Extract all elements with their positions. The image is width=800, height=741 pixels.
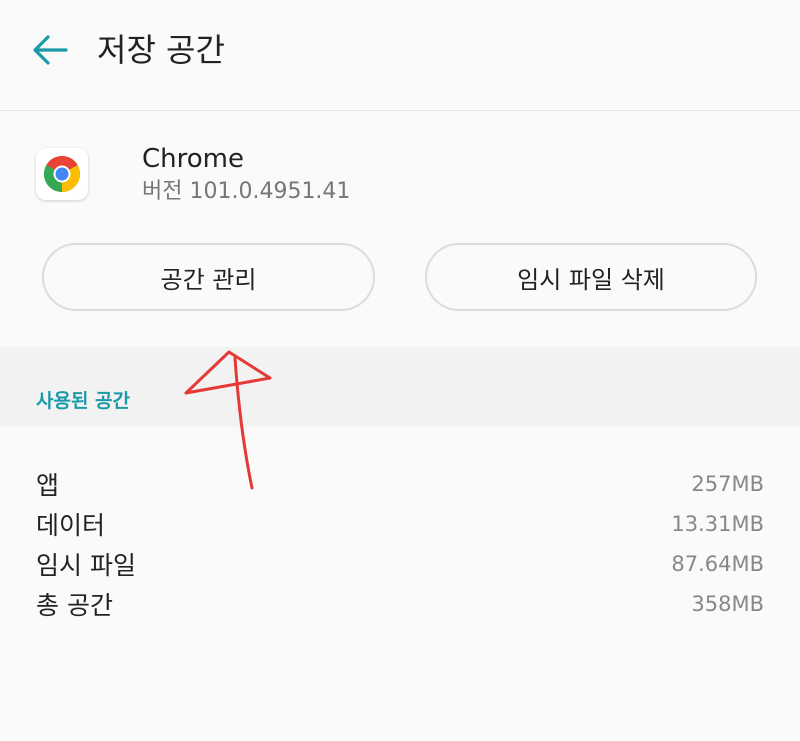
storage-row-value: 87.64MB (671, 552, 764, 576)
storage-row-label: 앱 (36, 471, 60, 500)
storage-row-data: 데이터 13.31MB (36, 504, 764, 544)
app-icon (36, 148, 88, 200)
clear-cache-button[interactable]: 임시 파일 삭제 (425, 243, 757, 311)
app-version: 버전 101.0.4951.41 (142, 179, 351, 204)
section-label-used-space: 사용된 공간 (36, 390, 131, 412)
page-title: 저장 공간 (97, 31, 225, 69)
back-button[interactable] (28, 28, 72, 72)
storage-row-label: 데이터 (36, 511, 106, 540)
storage-row-label: 임시 파일 (36, 551, 136, 580)
app-name: Chrome (142, 144, 244, 174)
storage-row-cache: 임시 파일 87.64MB (36, 544, 764, 584)
storage-row-total: 총 공간 358MB (36, 584, 764, 624)
storage-row-value: 13.31MB (671, 512, 764, 536)
app-bar: 저장 공간 (0, 0, 800, 111)
chrome-logo-icon (43, 155, 81, 192)
arrow-left-icon (33, 35, 68, 65)
storage-row-app: 앱 257MB (36, 464, 764, 504)
storage-row-value: 358MB (691, 592, 764, 616)
storage-row-label: 총 공간 (36, 591, 113, 620)
storage-row-value: 257MB (691, 472, 764, 496)
manage-space-button[interactable]: 공간 관리 (42, 243, 375, 311)
